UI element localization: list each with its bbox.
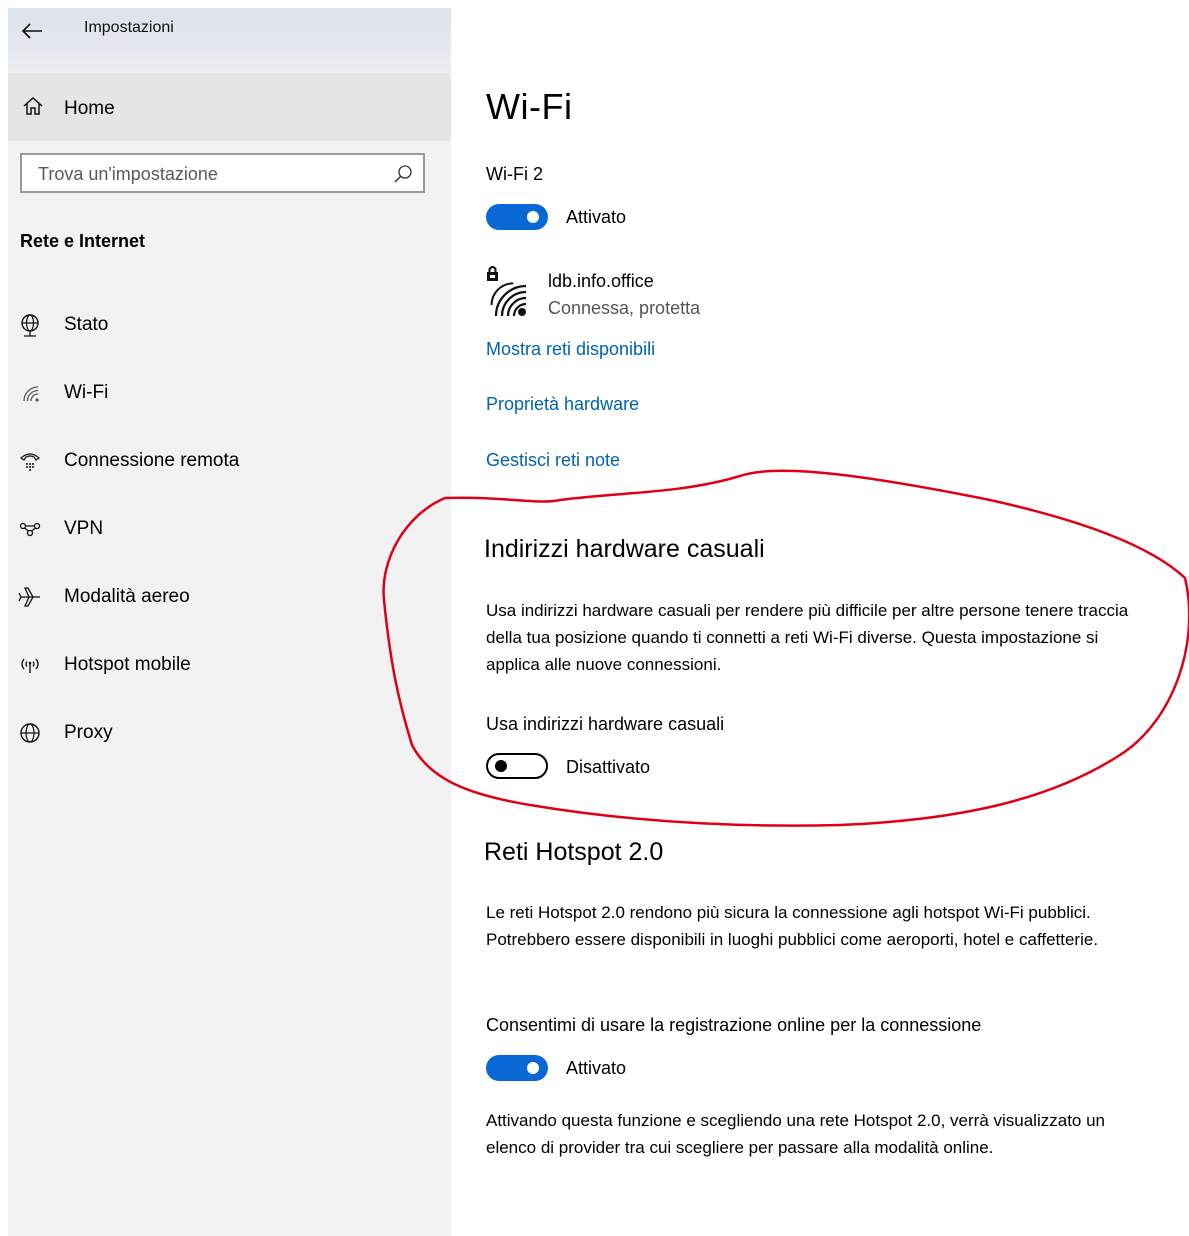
online-signup-toggle-state: Attivato <box>566 1058 627 1078</box>
back-arrow-icon[interactable] <box>18 18 46 44</box>
vpn-icon <box>19 522 41 537</box>
random-hw-toggle-state: Disattivato <box>566 757 651 777</box>
app-title: Impostazioni <box>84 19 174 36</box>
home-label: Home <box>64 98 115 119</box>
nav-item-wifi[interactable]: Wi-Fi <box>8 363 451 423</box>
globe-network-icon <box>21 314 39 337</box>
nav-item-label: Proxy <box>64 722 113 743</box>
network-name: ldb.info.office <box>548 271 654 291</box>
search-box[interactable] <box>20 153 425 193</box>
random-hw-heading: Indirizzi hardware casuali <box>484 535 765 563</box>
online-signup-label: Consentimi di usare la registrazione onl… <box>486 1015 982 1035</box>
random-hw-description: Usa indirizzi hardware casuali per rende… <box>486 601 1129 674</box>
dialup-icon <box>20 453 40 471</box>
hotspot2-description: Le reti Hotspot 2.0 rendono più sicura l… <box>486 903 1099 949</box>
search-icon[interactable] <box>393 164 413 184</box>
nav-item-label: Stato <box>64 314 109 335</box>
home-icon <box>23 96 43 115</box>
globe-icon <box>20 723 40 743</box>
nav-item-modalita-aereo[interactable]: Modalità aereo <box>8 567 451 627</box>
wifi-icon <box>23 386 39 402</box>
hardware-properties-link[interactable]: Proprietà hardware <box>486 394 639 415</box>
nav-item-label: VPN <box>64 518 104 539</box>
nav-item-connessione-remota[interactable]: Connessione remota <box>8 431 451 491</box>
nav-item-hotspot-mobile[interactable]: Hotspot mobile <box>8 635 451 695</box>
network-status: Connessa, protetta <box>548 298 701 318</box>
hotspot2-heading: Reti Hotspot 2.0 <box>484 838 664 866</box>
wifi-toggle-state: Attivato <box>566 207 627 227</box>
nav-item-vpn[interactable]: VPN <box>8 499 451 559</box>
random-hw-toggle[interactable] <box>486 753 548 779</box>
search-input[interactable] <box>36 163 380 186</box>
title-bar: Impostazioni <box>8 8 451 73</box>
nav-item-label: Modalità aereo <box>64 586 190 607</box>
nav-item-stato[interactable]: Stato <box>8 295 451 355</box>
airplane-icon <box>18 587 40 607</box>
nav-item-proxy[interactable]: Proxy <box>8 703 451 763</box>
section-title: Rete e Internet <box>20 231 146 251</box>
show-available-networks-link[interactable]: Mostra reti disponibili <box>486 339 655 360</box>
sidebar: Impostazioni Home Rete e Internet Stato … <box>8 8 451 1236</box>
adapter-label: Wi-Fi 2 <box>486 164 543 184</box>
online-signup-toggle[interactable] <box>486 1055 548 1081</box>
nav-home[interactable]: Home <box>8 73 451 141</box>
wifi-toggle[interactable] <box>486 204 548 230</box>
manage-known-networks-link[interactable]: Gestisci reti note <box>486 450 620 471</box>
hotspot-icon <box>21 658 39 673</box>
hotspot2-footer: Attivando questa funzione e scegliendo u… <box>486 1111 1105 1157</box>
nav-item-label: Connessione remota <box>64 450 240 471</box>
random-hw-toggle-label: Usa indirizzi hardware casuali <box>486 714 725 734</box>
secured-wifi-icon <box>487 266 527 317</box>
nav-item-label: Hotspot mobile <box>64 654 191 675</box>
main-content: Wi-Fi Wi-Fi 2 Attivato ldb.info.office C… <box>484 0 1186 1236</box>
nav-item-label: Wi-Fi <box>64 382 109 403</box>
page-title: Wi-Fi <box>486 86 573 127</box>
